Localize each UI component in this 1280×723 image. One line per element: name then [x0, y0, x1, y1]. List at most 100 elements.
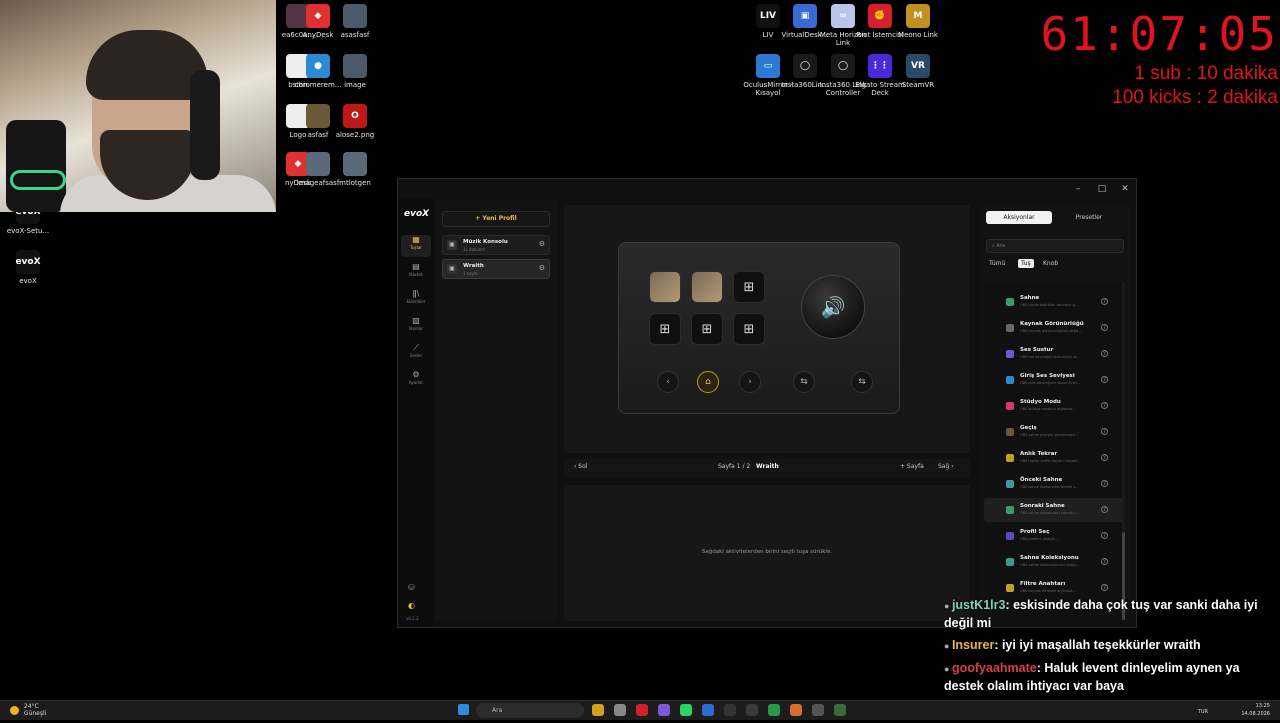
taskbar-app-icon[interactable]	[834, 704, 846, 716]
taskbar-app-icon[interactable]	[790, 704, 802, 716]
help-icon[interactable]: ?	[1101, 350, 1108, 357]
deck-key-2[interactable]	[691, 271, 723, 303]
help-icon[interactable]: ?	[1101, 428, 1108, 435]
action-item[interactable]: Profil Seç OBS profilini değiştir...?	[984, 524, 1124, 548]
desktop-icon-asasfasf[interactable]: asasfasf	[327, 4, 383, 39]
taskbar-search[interactable]: Ara	[476, 703, 584, 718]
action-item[interactable]: Önceki Sahne OBS sahne listesindeki öncek…	[984, 472, 1124, 496]
help-icon[interactable]: ?	[1101, 402, 1108, 409]
volume-knob[interactable]: 🔊	[801, 275, 865, 339]
action-item[interactable]: Sonraki Sahne OBS sahne listesindeki sonr…	[984, 498, 1124, 522]
help-icon[interactable]: ?	[1101, 298, 1108, 305]
theme-icon[interactable]: ◐	[408, 601, 415, 610]
maximize-button[interactable]: □	[1094, 182, 1110, 196]
tab-presetler[interactable]: Presetler	[1056, 211, 1122, 224]
action-item[interactable]: Sahne OBS içinde belirtilen sahneye g...?	[984, 290, 1124, 314]
nav-sesler[interactable]: ⟋ Sesler	[401, 343, 431, 365]
desktop-icon-label: Meono Link	[898, 31, 938, 39]
filter-knob[interactable]: Knob	[1040, 259, 1061, 268]
nav-eklentiler[interactable]: ǁ\ Eklentiler	[401, 289, 431, 311]
help-icon[interactable]: ?	[1101, 506, 1108, 513]
nav-sesler-icon: ⟋	[413, 343, 419, 352]
desktop-icon-image[interactable]: image	[327, 54, 383, 89]
nav-tuşlar[interactable]: ▦ Tuşlar	[401, 235, 431, 257]
evox-icon: evoX	[15, 250, 41, 274]
gear-icon[interactable]: ⚙	[539, 240, 545, 248]
help-icon[interactable]: ?	[1101, 532, 1108, 539]
action-item[interactable]: Stüdyo Modu OBS stüdyo modunu aç/kapat...…	[984, 394, 1124, 418]
swap-button-1[interactable]: ⇆	[793, 371, 815, 393]
profile-wraith[interactable]: ▣ Wraith 1 sayfa ⚙	[442, 259, 550, 279]
page-right-button[interactable]: Sağ ›	[938, 463, 954, 470]
taskbar-app-icon[interactable]	[636, 704, 648, 716]
help-icon[interactable]: ?	[1101, 376, 1108, 383]
key-drop-zone[interactable]: Sağdaki aktivitelerden birini seçili tuş…	[564, 485, 970, 621]
deck-key-6[interactable]: ⊞	[733, 313, 765, 345]
profile-muzik-konsolu[interactable]: ▣ Müzik Konsolu 1L dokunm ⚙	[442, 235, 550, 255]
minimize-button[interactable]: –	[1070, 182, 1086, 196]
action-item[interactable]: Ses Sustur OBS ses kaynağını sustur/sesi …	[984, 342, 1124, 366]
taskbar-app-icon[interactable]	[658, 704, 670, 716]
language-indicator[interactable]: TUR	[1198, 708, 1208, 716]
new-profile-button[interactable]: + Yeni Profil	[442, 211, 550, 227]
nav-ayarlar[interactable]: ⚙ Ayarlar	[401, 370, 431, 392]
desktop-icon-steamvr[interactable]: VR SteamVR	[890, 54, 946, 89]
taskbar-app-icon[interactable]	[614, 704, 626, 716]
add-page-button[interactable]: + Sayfa	[900, 463, 924, 470]
action-icon	[1006, 558, 1014, 566]
action-item[interactable]: Anlık Tekrar OBS replay buffer kaydını ka…	[984, 446, 1124, 470]
prev-page-button[interactable]: ‹	[657, 371, 679, 393]
taskbar-app-icon[interactable]	[768, 704, 780, 716]
taskbar-app-icon[interactable]	[724, 704, 736, 716]
nav-i̇konlar[interactable]: ▨ İkonlar	[401, 316, 431, 338]
desktop-icon-meono-link[interactable]: M Meono Link	[890, 4, 946, 39]
actions-search-input[interactable]: ⌕ Ara	[986, 239, 1124, 253]
help-icon[interactable]: ?	[1101, 584, 1108, 591]
page-left-button[interactable]: ‹ Sol	[574, 463, 587, 470]
help-icon[interactable]: ?	[1101, 558, 1108, 565]
filter-tumu[interactable]: Tümü	[986, 259, 1008, 268]
filter-tus[interactable]: Tuş	[1018, 259, 1034, 268]
deck-key-5[interactable]: ⊞	[691, 313, 723, 345]
clock-time[interactable]: 13:25	[1256, 703, 1270, 709]
nav-label: Ayarlar	[408, 380, 424, 385]
desktop-icon-mtlotgen[interactable]: mtlotgen	[327, 152, 383, 187]
close-button[interactable]: ✕	[1117, 182, 1133, 196]
system-tray: TUR 13:25 14.08.2026	[1198, 702, 1270, 718]
database-icon[interactable]: ⛁	[408, 583, 415, 592]
desktop-icon-alose2[interactable]: Oalose2.png	[327, 104, 383, 139]
taskbar-app-icon[interactable]	[680, 704, 692, 716]
tab-aksiyonlar[interactable]: Aksiyonlar	[986, 211, 1052, 224]
clock-date[interactable]: 14.08.2026	[1241, 711, 1270, 717]
windows-start-icon[interactable]	[458, 704, 469, 715]
help-icon[interactable]: ?	[1101, 324, 1108, 331]
taskbar-app-icon[interactable]	[592, 704, 604, 716]
deck-key-3[interactable]: ⊞	[733, 271, 765, 303]
desktop-icon-evox[interactable]: evoX evoX	[0, 250, 56, 285]
action-desc: OBS içinde belirtilen sahneye g...	[1020, 303, 1079, 307]
evox-app-window: – □ ✕ evoX ▦ Tuşlar ▤ Market ǁ\ Eklentiler ▨ İk…	[397, 178, 1137, 692]
home-button[interactable]: ⌂	[697, 371, 719, 393]
action-item[interactable]: Kaynak Görünürlüğü OBS kaynak görünürlüğü…	[984, 316, 1124, 340]
nav-market[interactable]: ▤ Market	[401, 262, 431, 284]
deck-key-4[interactable]: ⊞	[649, 313, 681, 345]
swap-button-2[interactable]: ⇆	[851, 371, 873, 393]
weather-widget[interactable]: 24°C Güneşli	[10, 703, 46, 717]
help-icon[interactable]: ?	[1101, 454, 1108, 461]
help-icon[interactable]: ?	[1101, 480, 1108, 487]
taskbar-app-icon[interactable]	[746, 704, 758, 716]
profile-name: Müzik Konsolu	[463, 239, 508, 245]
action-item[interactable]: Giriş Ses Seviyesi OBS giriş kaynağının s…	[984, 368, 1124, 392]
deck-key-1[interactable]	[649, 271, 681, 303]
action-item[interactable]: Geçiş OBS sahne geçişini gerçekleştir...?	[984, 420, 1124, 444]
webcam-overlay	[0, 0, 276, 212]
gear-icon[interactable]: ⚙	[539, 264, 545, 272]
profile-icon: ▣	[447, 240, 457, 250]
action-item[interactable]: Sahne Koleksiyonu OBS sahne koleksiyonunu…	[984, 550, 1124, 574]
taskbar-app-icon[interactable]	[812, 704, 824, 716]
next-page-button[interactable]: ›	[739, 371, 761, 393]
action-title: Filtre Anahtarı	[1020, 581, 1066, 587]
taskbar-app-icon[interactable]	[702, 704, 714, 716]
actions-scrollbar[interactable]	[1122, 282, 1125, 620]
nav-label: Sesler	[409, 353, 423, 358]
